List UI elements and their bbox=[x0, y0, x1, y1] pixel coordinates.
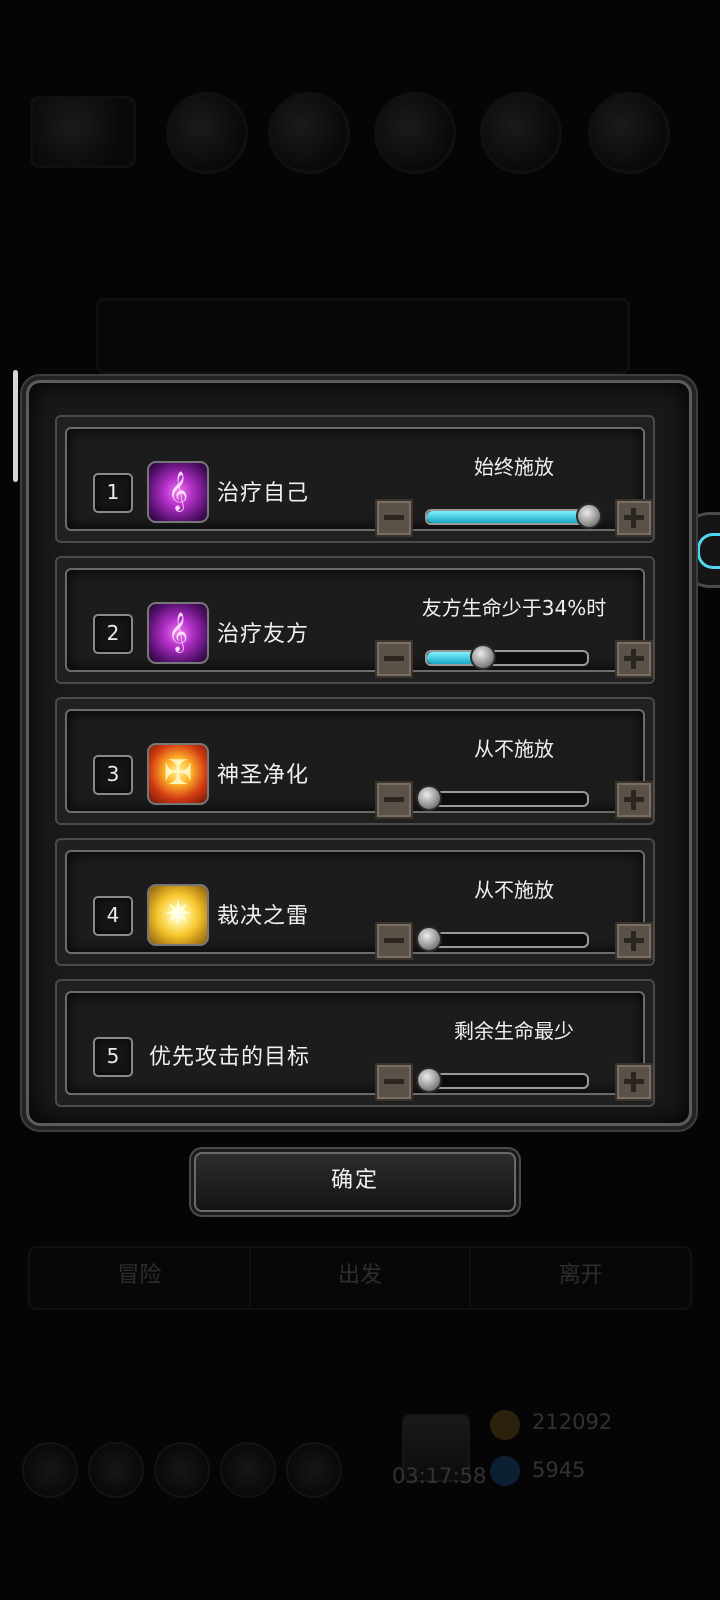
gold-amount: 212092 bbox=[532, 1410, 613, 1434]
chest-timer: 03:17:58 bbox=[392, 1464, 487, 1488]
slider-knob[interactable] bbox=[416, 785, 442, 811]
holy-purify-icon: ✠ bbox=[147, 743, 209, 805]
skill-row: 3 ✠ 神圣净化 从不施放 bbox=[55, 697, 655, 825]
portrait-frame-icon bbox=[30, 96, 136, 168]
increase-button[interactable] bbox=[615, 922, 653, 960]
setting-label: 剩余生命最少 bbox=[454, 1019, 574, 1043]
slider-knob[interactable] bbox=[416, 926, 442, 952]
setting-slider[interactable] bbox=[416, 926, 589, 952]
background-tabs: 冒险 出发 离开 bbox=[28, 1246, 692, 1310]
heal-icon: 𝄞 bbox=[147, 461, 209, 523]
skill-settings-list: 1 𝄞 治疗自己 始终施放 2 𝄞 治疗友方 友方生命少于34%时 3 ✠ 神圣… bbox=[55, 415, 655, 1120]
side-tab-icon bbox=[697, 533, 720, 569]
skill-row-frame: 1 𝄞 治疗自己 始终施放 bbox=[65, 427, 653, 537]
increase-button[interactable] bbox=[615, 499, 653, 537]
skill-row-frame: 5 优先攻击的目标 剩余生命最少 bbox=[65, 991, 653, 1101]
increase-button[interactable] bbox=[615, 640, 653, 678]
skill-row-frame: 2 𝄞 治疗友方 友方生命少于34%时 bbox=[65, 568, 653, 678]
decrease-button[interactable] bbox=[375, 1063, 413, 1101]
skill-row: 2 𝄞 治疗友方 友方生命少于34%时 bbox=[55, 556, 655, 684]
equipment-icon bbox=[166, 92, 248, 174]
heal-icon: 𝄞 bbox=[147, 602, 209, 664]
equipment-icon bbox=[588, 92, 670, 174]
decrease-button[interactable] bbox=[375, 922, 413, 960]
priority-number: 4 bbox=[93, 896, 133, 936]
increase-button[interactable] bbox=[615, 1063, 653, 1101]
skill-name: 优先攻击的目标 bbox=[149, 1045, 311, 1070]
menu-icon bbox=[154, 1442, 210, 1498]
slider-knob[interactable] bbox=[416, 1067, 442, 1093]
decrease-button[interactable] bbox=[375, 499, 413, 537]
tab-depart: 出发 bbox=[251, 1248, 472, 1308]
setting-label: 从不施放 bbox=[474, 878, 554, 902]
setting-slider[interactable] bbox=[416, 785, 589, 811]
equipment-icon bbox=[268, 92, 350, 174]
tab-adventure: 冒险 bbox=[30, 1248, 251, 1308]
skill-name: 裁决之雷 bbox=[217, 904, 310, 929]
gem-icon bbox=[490, 1456, 520, 1486]
confirm-button[interactable]: 确定 bbox=[194, 1152, 516, 1212]
decrease-button[interactable] bbox=[375, 781, 413, 819]
hero-banner bbox=[96, 298, 630, 374]
skill-settings-dialog: 1 𝄞 治疗自己 始终施放 2 𝄞 治疗友方 友方生命少于34%时 3 ✠ 神圣… bbox=[26, 380, 692, 1126]
setting-label: 从不施放 bbox=[474, 737, 554, 761]
priority-number: 5 bbox=[93, 1037, 133, 1077]
skill-row: 1 𝄞 治疗自己 始终施放 bbox=[55, 415, 655, 543]
skill-row-frame: 4 ✷ 裁决之雷 从不施放 bbox=[65, 850, 653, 960]
setting-label: 友方生命少于34%时 bbox=[421, 596, 607, 620]
gem-amount: 5945 bbox=[532, 1458, 586, 1482]
priority-number: 1 bbox=[93, 473, 133, 513]
menu-icon bbox=[286, 1442, 342, 1498]
setting-slider[interactable] bbox=[425, 644, 589, 670]
slider-knob[interactable] bbox=[470, 644, 497, 670]
slider-knob[interactable] bbox=[576, 503, 602, 529]
menu-icon bbox=[220, 1442, 276, 1498]
tab-leave: 离开 bbox=[558, 1263, 603, 1288]
gold-icon bbox=[490, 1410, 520, 1440]
setting-label: 始终施放 bbox=[474, 455, 554, 479]
increase-button[interactable] bbox=[615, 781, 653, 819]
setting-slider[interactable] bbox=[416, 1067, 589, 1093]
thunder-icon: ✷ bbox=[147, 884, 209, 946]
priority-number: 2 bbox=[93, 614, 133, 654]
equipment-icon bbox=[480, 92, 562, 174]
decrease-button[interactable] bbox=[375, 640, 413, 678]
menu-icon bbox=[22, 1442, 78, 1498]
skill-row-frame: 3 ✠ 神圣净化 从不施放 bbox=[65, 709, 653, 819]
skill-row: 5 优先攻击的目标 剩余生命最少 bbox=[55, 979, 655, 1107]
skill-name: 治疗友方 bbox=[217, 622, 310, 647]
setting-slider[interactable] bbox=[425, 503, 602, 529]
chest-icon bbox=[402, 1414, 470, 1482]
menu-icon bbox=[88, 1442, 144, 1498]
scroll-indicator bbox=[13, 370, 18, 482]
skill-name: 神圣净化 bbox=[217, 763, 310, 788]
skill-row: 4 ✷ 裁决之雷 从不施放 bbox=[55, 838, 655, 966]
slider-fill bbox=[427, 511, 587, 523]
priority-number: 3 bbox=[93, 755, 133, 795]
equipment-icon bbox=[374, 92, 456, 174]
skill-name: 治疗自己 bbox=[217, 481, 310, 506]
